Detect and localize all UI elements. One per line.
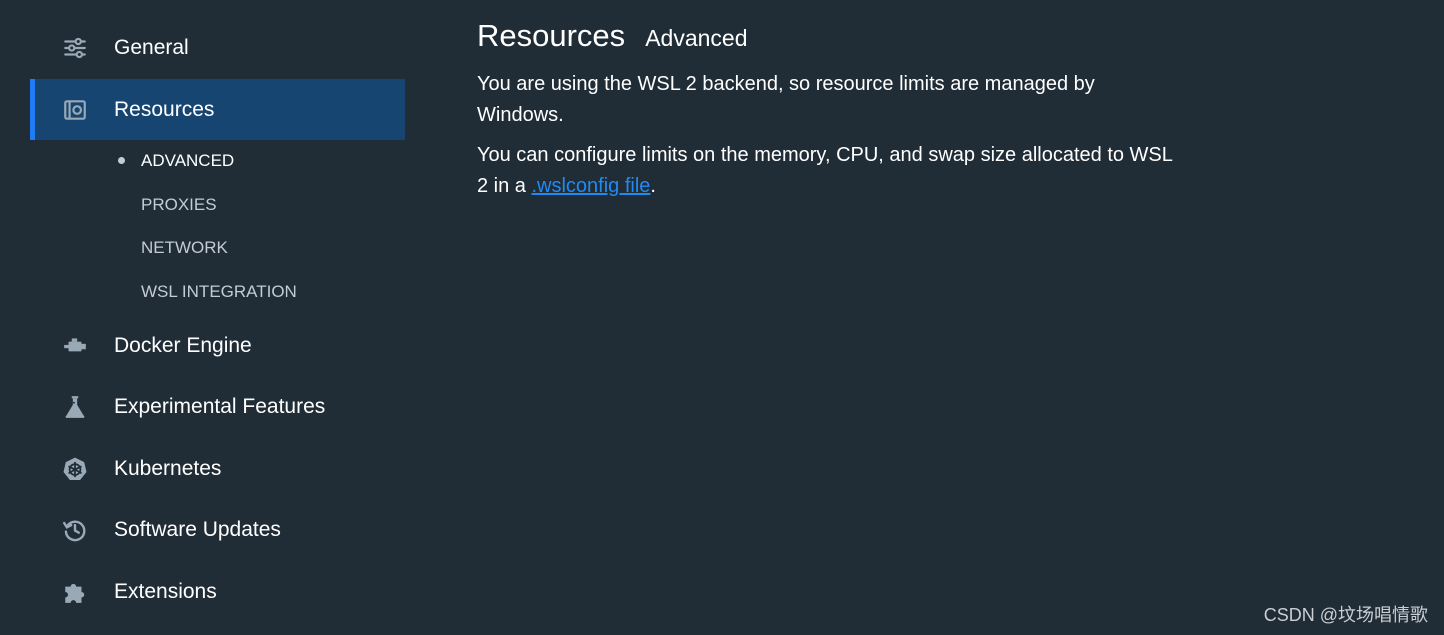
subitem-proxies[interactable]: PROXIES	[141, 192, 217, 218]
history-icon	[60, 515, 90, 545]
sidebar-item-label: Experimental Features	[114, 394, 326, 418]
wslconfig-notice: You can configure limits on the memory, …	[477, 140, 1177, 202]
subitem-wsl-integration[interactable]: WSL INTEGRATION	[141, 279, 297, 305]
sidebar-item-label: Docker Engine	[114, 333, 252, 357]
sidebar-item-experimental-features[interactable]: Experimental Features	[30, 376, 405, 437]
sidebar-item-label: General	[114, 35, 189, 59]
subitem-advanced[interactable]: ADVANCED	[141, 148, 234, 174]
resources-icon	[60, 95, 90, 125]
sidebar-item-kubernetes[interactable]: Kubernetes	[30, 438, 405, 499]
sidebar-item-extensions[interactable]: Extensions	[30, 561, 405, 622]
sliders-icon	[60, 33, 90, 63]
wsl-backend-notice: You are using the WSL 2 backend, so reso…	[477, 73, 1095, 126]
subitem-network[interactable]: NETWORK	[141, 235, 228, 261]
sidebar: General Resources ADVANCED PROXIES NETWO…	[30, 0, 405, 635]
engine-icon	[60, 331, 90, 361]
sidebar-item-resources[interactable]: Resources	[30, 79, 405, 140]
sidebar-item-label: Software Updates	[114, 517, 281, 541]
sidebar-item-label: Extensions	[114, 579, 217, 603]
sidebar-item-software-updates[interactable]: Software Updates	[30, 499, 405, 560]
page-title: Resources	[477, 18, 626, 53]
wslconfig-link[interactable]: .wslconfig file	[531, 175, 650, 197]
flask-icon	[60, 392, 90, 422]
sidebar-item-label: Resources	[114, 97, 215, 121]
active-bullet-icon	[118, 157, 125, 164]
page-subtitle: Advanced	[645, 25, 748, 51]
wslconfig-notice-period: .	[650, 175, 656, 197]
watermark: CSDN @坟场唱情歌	[1263, 605, 1428, 625]
page-header: Resources Advanced	[477, 18, 748, 54]
sidebar-item-docker-engine[interactable]: Docker Engine	[30, 315, 405, 376]
sidebar-item-general[interactable]: General	[30, 17, 405, 78]
sidebar-item-label: Kubernetes	[114, 456, 222, 480]
kubernetes-icon	[60, 454, 90, 484]
puzzle-icon	[60, 577, 90, 607]
